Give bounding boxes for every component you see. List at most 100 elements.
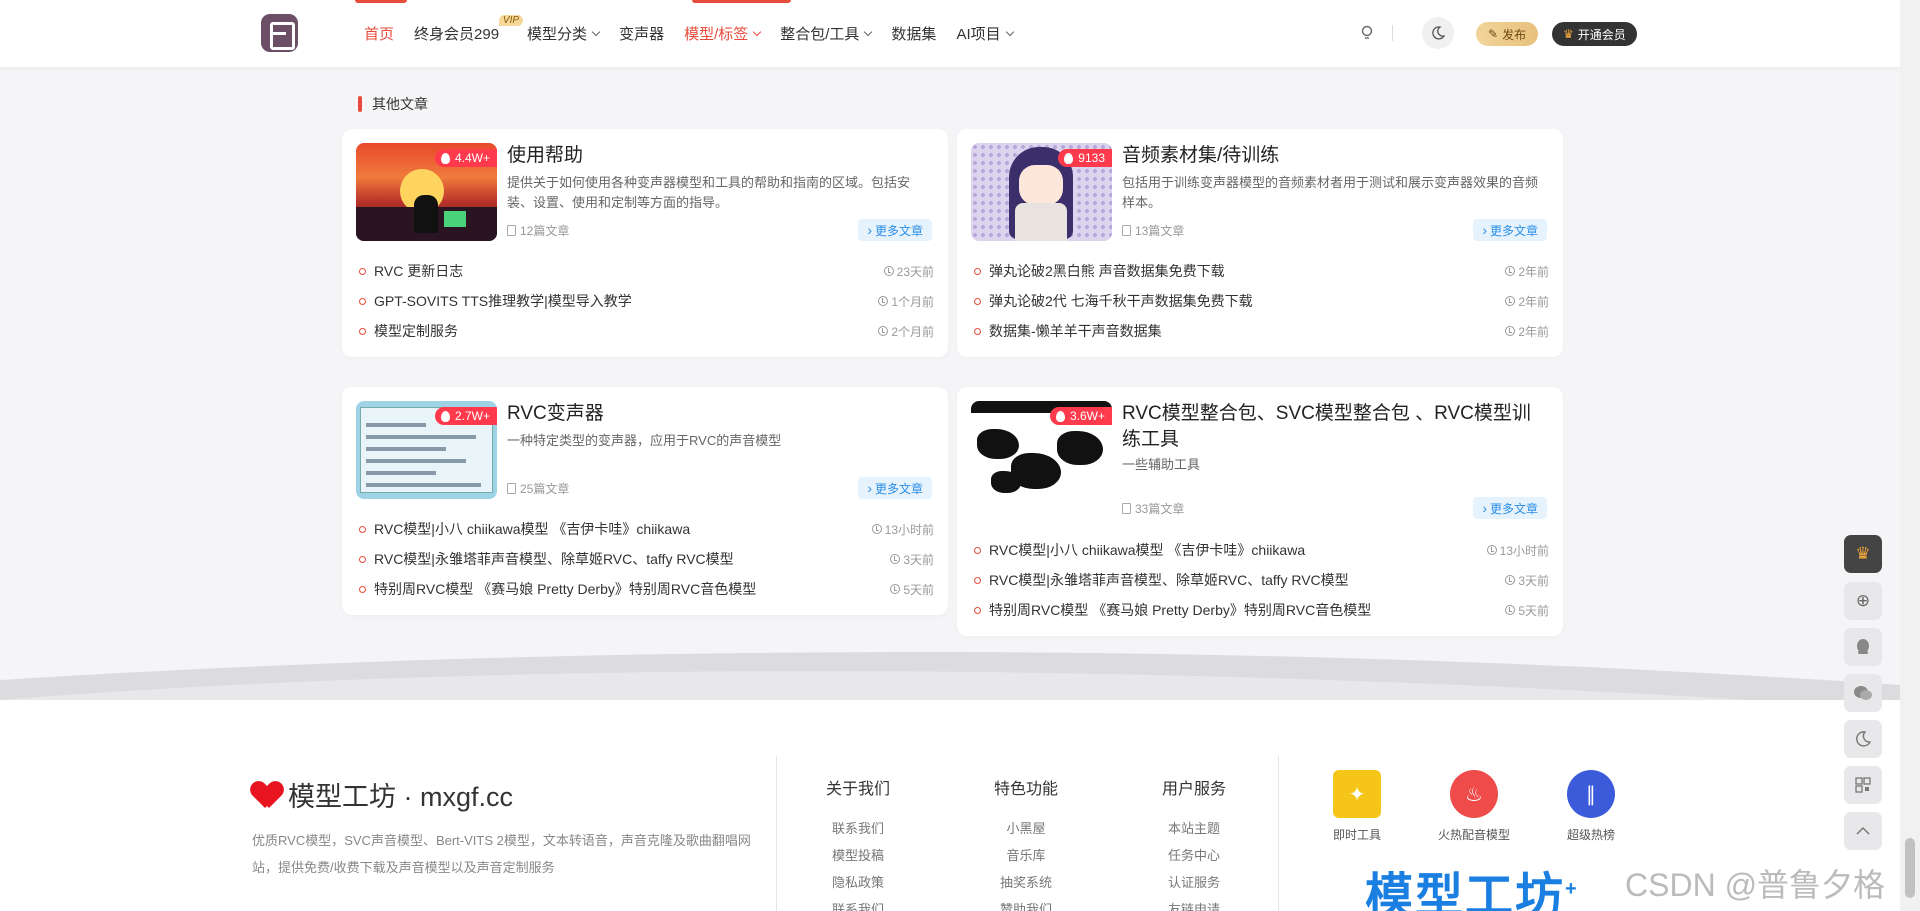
fire-icon <box>440 152 450 164</box>
clock-icon <box>1505 575 1516 585</box>
hot-list-icon: ∥ <box>1567 770 1615 818</box>
nav-bundles-tools[interactable]: 整合包/工具 <box>780 23 873 44</box>
clock-icon <box>878 326 889 336</box>
list-item[interactable]: RVC模型|永雏塔菲声音模型、除草姬RVC、taffy RVC模型 3天前 <box>356 544 934 574</box>
nav-voice-changer[interactable]: 变声器 <box>619 23 664 44</box>
card-thumbnail[interactable]: 2.7W+ <box>356 401 497 499</box>
card-title[interactable]: 音频素材集/待训练 <box>1122 143 1547 169</box>
chevron-up-icon <box>1856 826 1870 835</box>
qq-float-button[interactable] <box>1844 628 1882 666</box>
card-title[interactable]: RVC变声器 <box>507 401 932 427</box>
chevron-down-icon <box>753 27 762 37</box>
nav-datasets[interactable]: 数据集 <box>891 23 936 44</box>
site-header: 首页 终身会员299 VIP 模型分类 变声器 模型/标签 整合包/工具 数据集… <box>0 0 1900 67</box>
csdn-watermark: CSDN @普鲁夕格 <box>1625 867 1886 903</box>
footer-link[interactable]: 联系我们 <box>808 815 908 842</box>
clock-icon <box>883 266 894 276</box>
footer-link[interactable]: 认证服务 <box>1144 869 1244 896</box>
list-item[interactable]: RVC模型|永雏塔菲声音模型、除草姬RVC、taffy RVC模型 3天前 <box>971 565 1549 595</box>
fire-icon <box>440 410 450 422</box>
publish-button[interactable]: ✎ 发布 <box>1476 22 1539 46</box>
nav-model-category[interactable]: 模型分类 <box>527 23 601 44</box>
pencil-icon: ✎ <box>1488 27 1499 41</box>
theme-float-button[interactable] <box>1844 720 1882 758</box>
footer-link[interactable]: 本站主题 <box>1144 815 1244 842</box>
footer-col-features: 特色功能 小黑屋 音乐库 抽奖系统 赞助我们 <box>976 775 1076 911</box>
nav-lifetime-vip[interactable]: 终身会员299 VIP <box>414 15 524 44</box>
category-card-rvc-changer: 2.7W+ RVC变声器 一种特定类型的变声器，应用于RVC的声音模型 25篇文… <box>342 387 948 615</box>
card-thumbnail[interactable]: 9133 <box>971 143 1112 241</box>
site-logo[interactable] <box>261 14 298 52</box>
clock-icon <box>890 554 901 564</box>
list-item[interactable]: RVC 更新日志 23天前 <box>356 256 934 286</box>
category-card-audio-material: 9133 音频素材集/待训练 包括用于训练变声器模型的音频素材者用于测试和展示变… <box>957 129 1563 357</box>
footer-link[interactable]: 小黑屋 <box>976 815 1076 842</box>
qrcode-icon <box>1855 777 1871 793</box>
category-card-help: 4.4W+ 使用帮助 提供关于如何使用各种变声器模型和工具的帮助和指南的区域。包… <box>342 129 948 357</box>
footer-link[interactable]: 赞助我们 <box>976 896 1076 911</box>
vip-crown-float-button[interactable]: ♛ <box>1844 535 1882 573</box>
footer-col-services: 用户服务 本站主题 任务中心 认证服务 友链申请 <box>1144 775 1244 911</box>
list-item[interactable]: 弹丸论破2代 七海千秋干声数据集免费下载 2年前 <box>971 286 1549 316</box>
article-count: 25篇文章 <box>507 480 569 497</box>
card-thumbnail[interactable]: 4.4W+ <box>356 143 497 241</box>
list-item[interactable]: 数据集-懒羊羊干声音数据集 2年前 <box>971 316 1549 346</box>
add-float-button[interactable]: ⊕ <box>1844 582 1882 620</box>
clock-icon <box>1505 605 1516 615</box>
post-list: RVC 更新日志 23天前 GPT-SOVITS TTS推理教学|模型导入教学 1个… <box>356 256 934 346</box>
list-item[interactable]: 弹丸论破2黑白熊 声音数据集免费下载 2年前 <box>971 256 1549 286</box>
card-title[interactable]: RVC模型整合包、SVC模型整合包 、RVC模型训练工具 <box>1122 401 1547 453</box>
back-to-top-button[interactable] <box>1844 812 1882 850</box>
scrollbar-thumb[interactable] <box>1905 838 1915 898</box>
lightbulb-icon[interactable] <box>1356 22 1378 44</box>
article-count: 33篇文章 <box>1122 500 1184 517</box>
card-title[interactable]: 使用帮助 <box>507 143 932 169</box>
moon-icon <box>1856 731 1871 747</box>
list-item[interactable]: 模型定制服务 2个月前 <box>356 316 934 346</box>
wechat-float-button[interactable] <box>1844 674 1882 712</box>
post-list: RVC模型|小八 chiikawa模型 《吉伊卡哇》chiikawa 13小时前 … <box>971 535 1549 625</box>
clock-icon <box>1486 545 1497 555</box>
list-item[interactable]: RVC模型|小八 chiikawa模型 《吉伊卡哇》chiikawa 13小时前 <box>356 514 934 544</box>
fire-icon: ♨ <box>1450 770 1498 818</box>
vip-badge: VIP <box>498 15 524 26</box>
footer-link[interactable]: 抽奖系统 <box>976 869 1076 896</box>
crown-icon: ♛ <box>1855 544 1871 563</box>
list-item[interactable]: RVC模型|小八 chiikawa模型 《吉伊卡哇》chiikawa 13小时前 <box>971 535 1549 565</box>
card-description: 包括用于训练变声器模型的音频素材者用于测试和展示变声器效果的音频样本。 <box>1122 175 1539 210</box>
footer-link[interactable]: 任务中心 <box>1144 842 1244 869</box>
card-thumbnail[interactable]: 3.6W+ <box>971 401 1112 499</box>
page-scrollbar[interactable] <box>1900 0 1920 911</box>
nav-home[interactable]: 首页 <box>364 23 394 44</box>
footer-brand[interactable]: 模型工坊 · mxgf.cc <box>252 775 513 814</box>
post-list: RVC模型|小八 chiikawa模型 《吉伊卡哇》chiikawa 13小时前 … <box>356 514 934 604</box>
footer-col-about: 关于我们 联系我们 模型投稿 隐私政策 联系我们 <box>808 775 908 911</box>
app-instant-tools[interactable]: ✦ 即时工具 <box>1312 770 1402 843</box>
footer-link[interactable]: 联系我们 <box>808 896 908 911</box>
dark-mode-toggle[interactable] <box>1422 17 1454 49</box>
more-articles-button[interactable]: 更多文章 <box>1473 219 1547 241</box>
more-articles-button[interactable]: 更多文章 <box>858 219 932 241</box>
more-articles-button[interactable]: 更多文章 <box>1473 497 1547 519</box>
card-description: 一些辅助工具 <box>1122 457 1201 472</box>
clock-icon <box>1505 326 1516 336</box>
nav-model-tags[interactable]: 模型/标签 <box>684 23 762 44</box>
chevron-down-icon <box>591 27 601 37</box>
more-articles-button[interactable]: 更多文章 <box>858 477 932 499</box>
footer-link[interactable]: 隐私政策 <box>808 869 908 896</box>
app-hot-voice-models[interactable]: ♨ 火热配音模型 <box>1429 770 1519 843</box>
footer-divider <box>776 756 777 911</box>
list-item[interactable]: GPT-SOVITS TTS推理教学|模型导入教学 1个月前 <box>356 286 934 316</box>
list-item[interactable]: 特别周RVC模型 《赛马娘 Pretty Derby》特别周RVC音色模型 5天前 <box>971 595 1549 625</box>
footer-link[interactable]: 模型投稿 <box>808 842 908 869</box>
footer-link[interactable]: 音乐库 <box>976 842 1076 869</box>
open-vip-button[interactable]: ♛ 开通会员 <box>1552 22 1637 46</box>
card-description: 一种特定类型的变声器，应用于RVC的声音模型 <box>507 433 782 448</box>
qrcode-float-button[interactable] <box>1844 766 1882 804</box>
list-item[interactable]: 特别周RVC模型 《赛马娘 Pretty Derby》特别周RVC音色模型 5天前 <box>356 574 934 604</box>
nav-ai-projects[interactable]: AI项目 <box>956 23 1014 44</box>
document-icon <box>507 225 516 236</box>
heat-badge: 9133 <box>1058 149 1112 167</box>
app-super-hot-list[interactable]: ∥ 超级热榜 <box>1546 770 1636 843</box>
footer-link[interactable]: 友链申请 <box>1144 896 1244 911</box>
